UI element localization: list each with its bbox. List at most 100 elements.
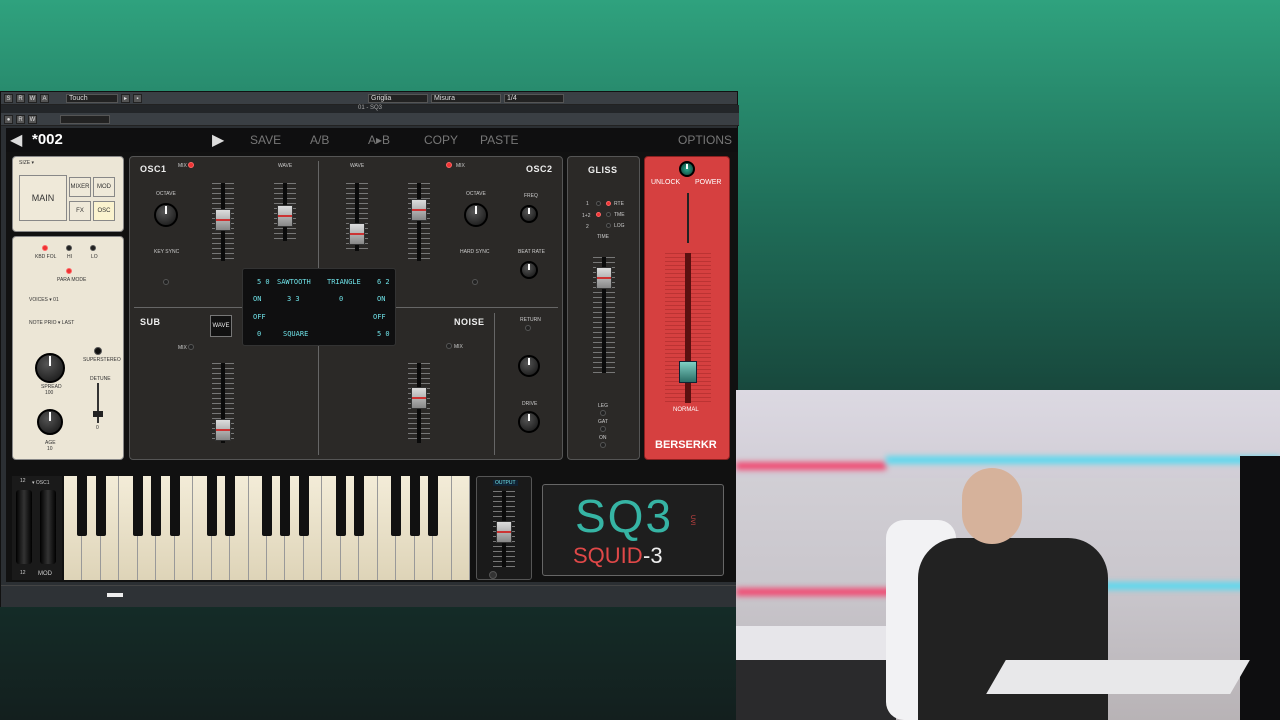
leg-led[interactable] <box>600 410 606 416</box>
spread-knob[interactable] <box>35 353 65 383</box>
size-select[interactable]: SIZE ▾ <box>19 160 34 166</box>
quantize-select[interactable]: 1/4 <box>504 93 564 103</box>
hi-label: HI <box>67 254 72 260</box>
tool-icon[interactable]: ▪ <box>133 93 142 103</box>
osc2-mix-led[interactable] <box>446 162 452 168</box>
sub-mix-fader[interactable] <box>212 363 234 443</box>
osc2-mix-fader[interactable] <box>408 183 430 261</box>
black-key[interactable] <box>354 476 365 536</box>
superstereo-toggle[interactable] <box>94 347 102 355</box>
prev-preset-icon[interactable]: ◀ <box>10 130 22 150</box>
return-knob[interactable] <box>518 355 540 377</box>
black-key[interactable] <box>169 476 180 536</box>
black-key[interactable] <box>409 476 420 536</box>
osc1-mix-led[interactable] <box>188 162 194 168</box>
tool-icon[interactable]: ▸ <box>121 93 130 103</box>
main-button[interactable]: MAIN <box>19 175 67 221</box>
hi-led[interactable] <box>66 245 72 251</box>
noise-mix-fader[interactable] <box>408 363 430 443</box>
grid-select[interactable]: Griglia <box>368 93 428 103</box>
read-button[interactable]: R <box>16 93 25 103</box>
keyboard[interactable] <box>64 476 470 580</box>
daw-timeline[interactable] <box>1 585 739 607</box>
osc-button[interactable]: OSC <box>93 201 115 221</box>
mixer-button[interactable]: MIXER <box>69 177 91 197</box>
drive-knob[interactable] <box>518 411 540 433</box>
a-to-b-button[interactable]: A▸B <box>368 133 390 147</box>
preset-name[interactable]: *002 <box>32 131 63 148</box>
sub-mix-led[interactable] <box>188 344 194 350</box>
tool-icon[interactable]: S <box>4 93 13 103</box>
black-key[interactable] <box>132 476 143 536</box>
black-key[interactable] <box>77 476 88 536</box>
black-key[interactable] <box>262 476 272 536</box>
write-button[interactable]: W <box>28 114 37 124</box>
gliss-time-fader[interactable] <box>593 257 615 373</box>
output-fader[interactable] <box>493 491 515 567</box>
key-sync-led[interactable] <box>163 279 169 285</box>
mod-button[interactable]: MOD <box>93 177 115 197</box>
next-preset-icon[interactable]: ▶ <box>212 130 224 150</box>
read-button[interactable]: R <box>16 114 25 124</box>
black-key[interactable] <box>95 476 106 536</box>
voices-select[interactable]: VOICES ▾ 01 <box>29 297 59 303</box>
return-led[interactable] <box>525 325 531 331</box>
lo-led[interactable] <box>90 245 96 251</box>
note-prio-select[interactable]: NOTE PRIO ▾ LAST <box>29 320 74 326</box>
power-icon[interactable]: ● <box>4 114 13 124</box>
fx-button[interactable]: FX <box>69 201 91 221</box>
gat-led[interactable] <box>600 426 606 432</box>
black-key[interactable] <box>335 476 346 536</box>
age-knob[interactable] <box>37 409 63 435</box>
gliss-led[interactable] <box>606 212 611 217</box>
sub-wave-button[interactable]: WAVE <box>210 315 232 337</box>
write-button[interactable]: W <box>28 93 37 103</box>
gliss-led[interactable] <box>606 201 611 206</box>
freq-knob[interactable] <box>520 205 538 223</box>
black-key[interactable] <box>428 476 439 536</box>
beat-rate-knob[interactable] <box>520 261 538 279</box>
detune-slider-thumb[interactable] <box>93 411 103 417</box>
black-key[interactable] <box>298 476 309 536</box>
measure-select[interactable]: Misura <box>431 93 501 103</box>
osc2-wave-fader[interactable] <box>346 183 368 251</box>
kbd-fol-led[interactable] <box>42 245 48 251</box>
para-mode-led[interactable] <box>66 268 72 274</box>
options-button[interactable]: OPTIONS <box>678 133 732 147</box>
power-knob[interactable] <box>679 161 695 177</box>
playhead-marker[interactable] <box>107 593 123 597</box>
osc2-octave-knob[interactable] <box>464 203 488 227</box>
automation-mode-select[interactable]: Touch <box>66 93 118 103</box>
black-key[interactable] <box>151 476 162 536</box>
mod-wheel[interactable] <box>40 490 56 564</box>
black-key[interactable] <box>206 476 217 536</box>
unlock-lever[interactable] <box>687 193 689 243</box>
noise-mix-led[interactable] <box>446 343 452 349</box>
osc1-octave-knob[interactable] <box>154 203 178 227</box>
copy-button[interactable]: COPY <box>424 133 458 147</box>
midi-keyboard <box>986 660 1250 694</box>
auto-button[interactable]: A <box>40 93 49 103</box>
preset-select[interactable] <box>60 114 110 124</box>
osc1-wave-fader[interactable] <box>274 183 296 241</box>
wheel-target-select[interactable]: ▾ OSC1 <box>32 480 50 486</box>
lock-icon[interactable] <box>489 571 497 579</box>
save-button[interactable]: SAVE <box>250 133 281 147</box>
black-key[interactable] <box>280 476 291 536</box>
detune-slider[interactable] <box>97 383 99 423</box>
osc1-mix-fader[interactable] <box>212 183 234 261</box>
berserkr-panel: UNLOCK POWER NORMAL BERSERKR <box>644 156 730 460</box>
hard-sync-led[interactable] <box>472 279 478 285</box>
berserkr-fader-thumb[interactable] <box>679 361 697 383</box>
pitch-wheel[interactable] <box>16 490 32 564</box>
gliss-led[interactable] <box>606 223 611 228</box>
gliss-led[interactable] <box>596 201 601 206</box>
white-key[interactable] <box>451 476 470 580</box>
ab-button[interactable]: A/B <box>310 133 329 147</box>
black-key[interactable] <box>225 476 236 536</box>
on-led[interactable] <box>600 442 606 448</box>
lcd-value: OFF <box>253 313 266 321</box>
black-key[interactable] <box>391 476 402 536</box>
paste-button[interactable]: PASTE <box>480 133 518 147</box>
gliss-led[interactable] <box>596 212 601 217</box>
